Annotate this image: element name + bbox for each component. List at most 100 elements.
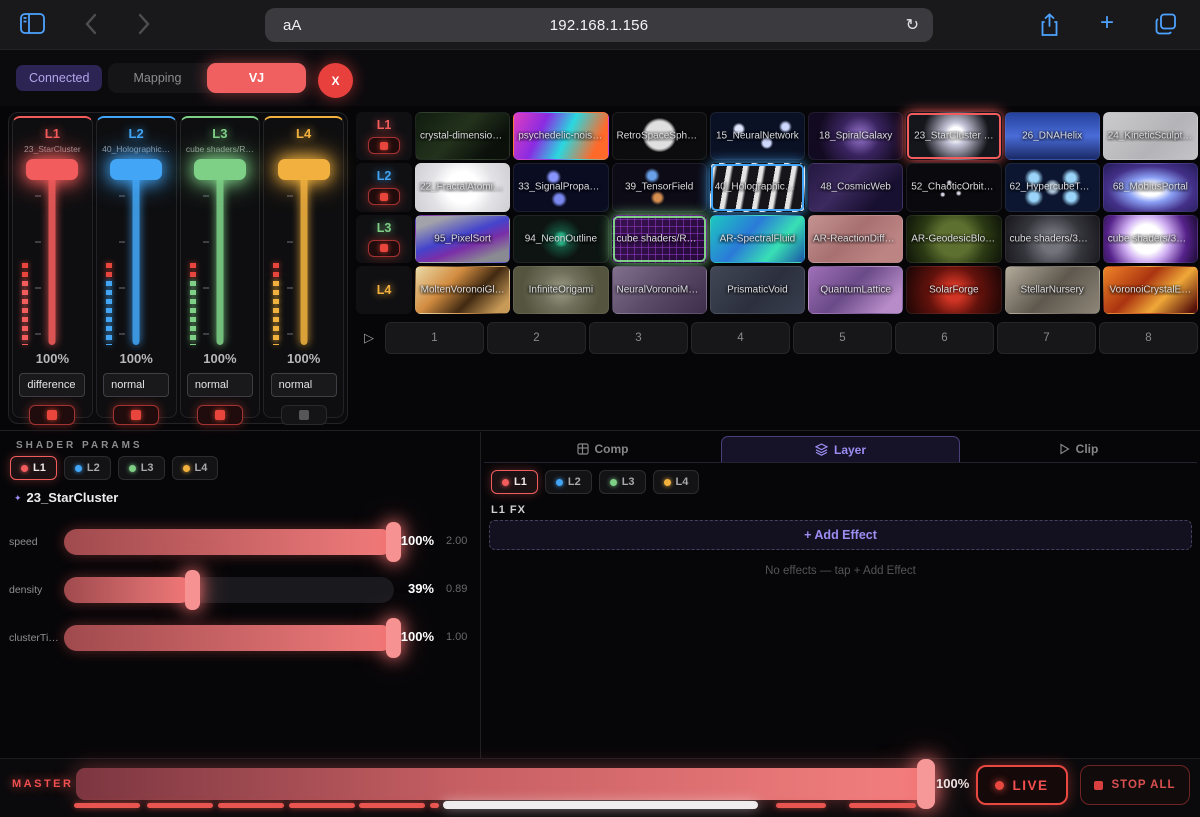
forward-icon[interactable] <box>138 13 151 35</box>
scene-button-7[interactable]: 7 <box>997 322 1096 354</box>
slider-track[interactable] <box>64 529 394 555</box>
level-meter <box>106 263 112 345</box>
new-tab-icon[interactable]: + <box>1100 13 1114 33</box>
clip-cell[interactable]: 33_SignalPropaga… <box>513 163 608 211</box>
clip-cell[interactable]: NeuralVoronoiMat… <box>612 266 707 314</box>
slider-track[interactable] <box>64 625 394 651</box>
layer-stop-button[interactable] <box>197 405 243 425</box>
sidebar-toggle-icon[interactable] <box>20 13 45 34</box>
share-icon[interactable] <box>1040 13 1059 37</box>
param-chip-l4[interactable]: L4 <box>172 456 219 480</box>
scene-button-4[interactable]: 4 <box>691 322 790 354</box>
clip-cell[interactable]: AR-ReactionDiffus… <box>808 215 903 263</box>
url-text: 192.168.1.156 <box>265 17 933 34</box>
param-chip-l3[interactable]: L3 <box>118 456 165 480</box>
param-chip-l2[interactable]: L2 <box>64 456 111 480</box>
clip-cell[interactable]: 18_SpiralGalaxy <box>808 112 903 160</box>
clip-cell[interactable]: 15_NeuralNetwork <box>710 112 805 160</box>
fader-ticks <box>203 195 209 337</box>
clip-cell[interactable]: RetroSpaceSpher… <box>612 112 707 160</box>
clip-cell[interactable]: 26_DNAHelix <box>1005 112 1100 160</box>
layer-clip-name: 23_StarCluster <box>13 144 92 155</box>
fx-chip-l3[interactable]: L3 <box>599 470 646 494</box>
blend-mode-select[interactable]: normal <box>187 373 253 397</box>
clip-cell[interactable]: InfiniteOrigami <box>513 266 608 314</box>
clip-cell[interactable]: StellarNursery <box>1005 266 1100 314</box>
clip-cell[interactable]: SolarForge <box>906 266 1001 314</box>
layer-stop-button[interactable] <box>113 405 159 425</box>
row-stop-button[interactable] <box>368 137 400 154</box>
clip-cell[interactable]: 68_MobiusPortal <box>1103 163 1198 211</box>
tab-layer[interactable]: Layer <box>721 436 960 462</box>
clip-cell[interactable]: 24_KineticSculpture <box>1103 112 1198 160</box>
add-effect-button[interactable]: + Add Effect <box>489 520 1192 550</box>
volume-fader[interactable] <box>97 159 176 347</box>
master-fader[interactable] <box>76 768 932 800</box>
clip-cell-selected[interactable]: cube shaders/RO… <box>612 215 707 263</box>
tabs-overview-icon[interactable] <box>1155 13 1177 35</box>
volume-fader[interactable] <box>181 159 260 347</box>
clip-cell[interactable]: AR-GeodesicBloom <box>906 215 1001 263</box>
clip-cell[interactable]: 95_PixelSort <box>415 215 510 263</box>
clip-cell[interactable]: MoltenVoronoiGl… <box>415 266 510 314</box>
reload-icon[interactable]: ↻ <box>906 15 919 35</box>
fader-thumb[interactable] <box>26 159 78 180</box>
slider-track[interactable] <box>64 577 394 603</box>
clip-cell[interactable]: 52_ChaoticOrbital… <box>906 163 1001 211</box>
scene-button-3[interactable]: 3 <box>589 322 688 354</box>
clip-cell[interactable]: PrismaticVoid <box>710 266 805 314</box>
tab-clip[interactable]: Clip <box>960 436 1197 462</box>
back-icon[interactable] <box>84 13 97 35</box>
clip-cell[interactable]: 22_FractalAtomic… <box>415 163 510 211</box>
tab-comp[interactable]: Comp <box>484 436 721 462</box>
fader-thumb[interactable] <box>194 159 246 180</box>
stop-all-button[interactable]: STOP ALL <box>1080 765 1190 805</box>
layer-stop-button[interactable] <box>281 405 327 425</box>
fx-chip-l2[interactable]: L2 <box>545 470 592 494</box>
clip-cell[interactable]: crystal-dimension… <box>415 112 510 160</box>
text-size-button[interactable]: aA <box>283 17 301 34</box>
tab-vj[interactable]: VJ <box>207 63 306 93</box>
clip-cell[interactable]: AR-SpectralFluid <box>710 215 805 263</box>
fader-thumb[interactable] <box>110 159 162 180</box>
level-meter <box>22 263 28 345</box>
master-thumb[interactable] <box>917 759 935 809</box>
clip-cell[interactable]: VoronoiCrystalE… <box>1103 266 1198 314</box>
clip-cell[interactable]: QuantumLattice <box>808 266 903 314</box>
scene-button-8[interactable]: 8 <box>1099 322 1198 354</box>
clip-cell[interactable]: 48_CosmicWeb <box>808 163 903 211</box>
fx-chip-l1[interactable]: L1 <box>491 470 538 494</box>
scene-button-5[interactable]: 5 <box>793 322 892 354</box>
clip-cell[interactable]: 62_HypercubeTes… <box>1005 163 1100 211</box>
tab-mapping[interactable]: Mapping <box>108 63 207 93</box>
clip-cell[interactable]: 94_NeonOutline <box>513 215 608 263</box>
clip-cell-selected[interactable]: 23_StarCluster … <box>906 112 1001 160</box>
clip-cell[interactable]: cube shaders/3D_… <box>1103 215 1198 263</box>
address-bar[interactable]: aA 192.168.1.156 ↻ <box>265 8 933 42</box>
clip-cell[interactable]: 39_TensorField <box>612 163 707 211</box>
vj-app: aA 192.168.1.156 ↻ + Connected Mapping V… <box>0 0 1200 817</box>
volume-fader[interactable] <box>264 159 343 347</box>
fader-thumb[interactable] <box>278 159 330 180</box>
slider-thumb[interactable] <box>185 570 200 610</box>
blend-mode-select[interactable]: normal <box>271 373 337 397</box>
volume-fader[interactable] <box>13 159 92 347</box>
scene-button-1[interactable]: 1 <box>385 322 484 354</box>
param-chip-l1[interactable]: L1 <box>10 456 57 480</box>
clip-cell-selected[interactable]: 40_HolographicM… <box>710 163 805 211</box>
scene-button-6[interactable]: 6 <box>895 322 994 354</box>
layer-stop-button[interactable] <box>29 405 75 425</box>
blend-mode-select[interactable]: difference <box>19 373 85 397</box>
scene-button-2[interactable]: 2 <box>487 322 586 354</box>
shader-title-text: 23_StarCluster <box>27 490 119 505</box>
close-button[interactable]: X <box>318 63 353 98</box>
clip-cell[interactable]: cube shaders/3D_… <box>1005 215 1100 263</box>
fx-layer-chips: L1 L2 L3 L4 <box>491 470 699 494</box>
blend-mode-select[interactable]: normal <box>103 373 169 397</box>
live-button[interactable]: LIVE <box>976 765 1068 805</box>
row-stop-button[interactable] <box>368 240 400 257</box>
row-stop-button[interactable] <box>368 188 400 205</box>
fx-chip-l4[interactable]: L4 <box>653 470 700 494</box>
clip-cell[interactable]: psychedelic-noise… <box>513 112 608 160</box>
scene-play-icon[interactable]: ▷ <box>356 322 382 354</box>
